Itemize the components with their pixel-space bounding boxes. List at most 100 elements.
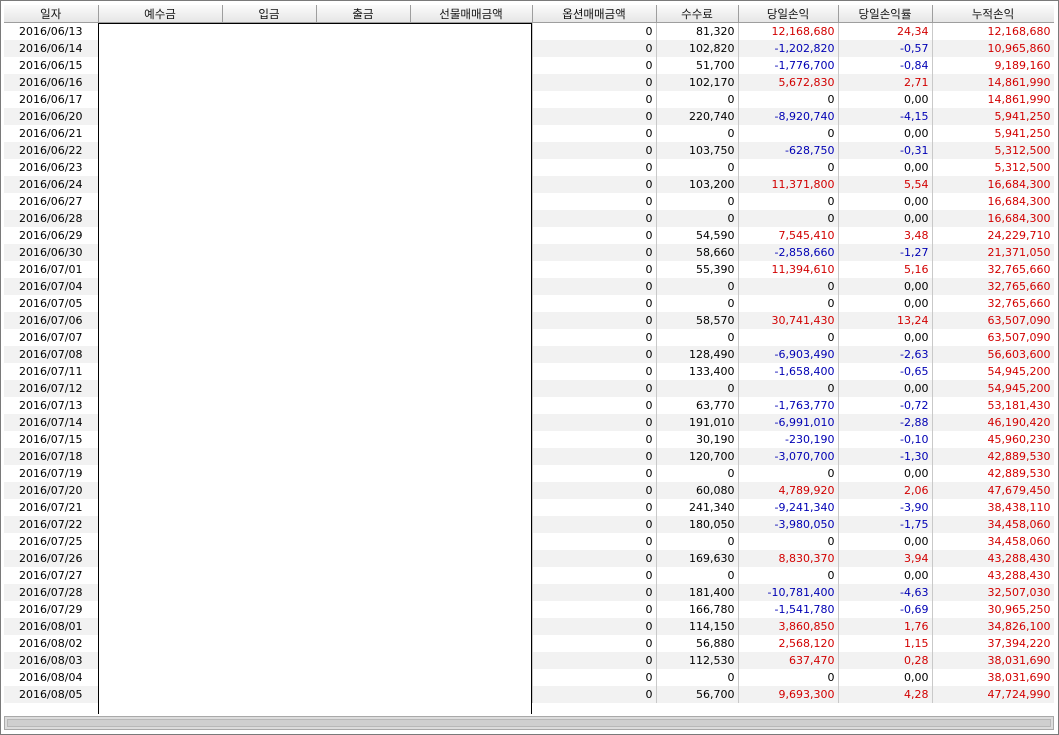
col-header-options-amount[interactable]: 옵션매매금액	[532, 5, 657, 23]
cell-cumulative-pnl: 45,960,230	[932, 431, 1054, 448]
cell-cumulative-pnl: 24,229,710	[932, 227, 1054, 244]
cell-options-amount: 0	[532, 499, 657, 516]
redacted-region	[98, 23, 532, 714]
cell-cumulative-pnl: 12,168,680	[932, 22, 1054, 40]
cell-options-amount: 0	[532, 312, 657, 329]
cell-daily-pnl-rate: -2,63	[838, 346, 933, 363]
col-header-futures-amount[interactable]: 선물매매금액	[410, 5, 533, 23]
scrollbar-thumb[interactable]	[7, 719, 1051, 727]
cell-cumulative-pnl: 38,438,110	[932, 499, 1054, 516]
cell-commission: 55,390	[656, 261, 739, 278]
col-header-commission[interactable]: 수수료	[656, 5, 739, 23]
cell-options-amount: 0	[532, 550, 657, 567]
cell-cumulative-pnl: 9,189,160	[932, 57, 1054, 74]
cell-date: 2016/06/24	[4, 176, 99, 193]
cell-date: 2016/07/08	[4, 346, 99, 363]
cell-daily-pnl: 0	[738, 91, 839, 108]
cell-options-amount: 0	[532, 244, 657, 261]
cell-date: 2016/06/28	[4, 210, 99, 227]
cell-date: 2016/07/04	[4, 278, 99, 295]
cell-date: 2016/07/27	[4, 567, 99, 584]
cell-commission: 133,400	[656, 363, 739, 380]
cell-options-amount: 0	[532, 635, 657, 652]
cell-daily-pnl-rate: 0,00	[838, 125, 933, 142]
cell-daily-pnl: 30,741,430	[738, 312, 839, 329]
cell-date: 2016/07/22	[4, 516, 99, 533]
col-header-withdrawal[interactable]: 출금	[316, 5, 411, 23]
cell-date: 2016/06/21	[4, 125, 99, 142]
horizontal-scrollbar[interactable]	[4, 716, 1054, 730]
cell-daily-pnl: 0	[738, 278, 839, 295]
cell-daily-pnl-rate: 2,71	[838, 74, 933, 91]
cell-options-amount: 0	[532, 346, 657, 363]
cell-cumulative-pnl: 63,507,090	[932, 312, 1054, 329]
cell-options-amount: 0	[532, 108, 657, 125]
cell-daily-pnl-rate: 1,76	[838, 618, 933, 635]
cell-cumulative-pnl: 43,288,430	[932, 567, 1054, 584]
cell-date: 2016/07/29	[4, 601, 99, 618]
cell-commission: 0	[656, 295, 739, 312]
col-header-daily-pnl[interactable]: 당일손익	[738, 5, 839, 23]
cell-date: 2016/08/03	[4, 652, 99, 669]
cell-cumulative-pnl: 53,181,430	[932, 397, 1054, 414]
cell-cumulative-pnl: 5,312,500	[932, 142, 1054, 159]
cell-options-amount: 0	[532, 40, 657, 57]
cell-cumulative-pnl: 47,679,450	[932, 482, 1054, 499]
cell-date: 2016/07/19	[4, 465, 99, 482]
col-header-daily-pnl-rate[interactable]: 당일손익률	[838, 5, 933, 23]
cell-commission: 220,740	[656, 108, 739, 125]
cell-commission: 0	[656, 465, 739, 482]
cell-daily-pnl: 2,568,120	[738, 635, 839, 652]
col-header-deposit-in[interactable]: 입금	[222, 5, 317, 23]
cell-date: 2016/06/30	[4, 244, 99, 261]
cell-cumulative-pnl: 38,031,690	[932, 669, 1054, 686]
cell-daily-pnl-rate: 0,00	[838, 295, 933, 312]
cell-cumulative-pnl: 42,889,530	[932, 448, 1054, 465]
cell-commission: 0	[656, 567, 739, 584]
cell-daily-pnl: -8,920,740	[738, 108, 839, 125]
cell-daily-pnl: 0	[738, 210, 839, 227]
cell-options-amount: 0	[532, 669, 657, 686]
cell-options-amount: 0	[532, 159, 657, 176]
cell-daily-pnl: -9,241,340	[738, 499, 839, 516]
col-header-date[interactable]: 일자	[4, 5, 99, 23]
cell-date: 2016/06/13	[4, 22, 99, 40]
cell-options-amount: 0	[532, 482, 657, 499]
cell-commission: 81,320	[656, 22, 739, 40]
cell-options-amount: 0	[532, 193, 657, 210]
cell-date: 2016/06/20	[4, 108, 99, 125]
cell-date: 2016/07/18	[4, 448, 99, 465]
cell-commission: 0	[656, 91, 739, 108]
cell-commission: 0	[656, 210, 739, 227]
cell-daily-pnl-rate: 13,24	[838, 312, 933, 329]
cell-date: 2016/07/21	[4, 499, 99, 516]
cell-daily-pnl: 11,394,610	[738, 261, 839, 278]
cell-options-amount: 0	[532, 125, 657, 142]
cell-daily-pnl-rate: 0,00	[838, 193, 933, 210]
cell-daily-pnl-rate: -0,10	[838, 431, 933, 448]
col-header-cumulative-pnl[interactable]: 누적손익	[932, 5, 1054, 23]
cell-daily-pnl: 0	[738, 669, 839, 686]
cell-daily-pnl: 8,830,370	[738, 550, 839, 567]
cell-date: 2016/06/17	[4, 91, 99, 108]
cell-daily-pnl: 12,168,680	[738, 22, 839, 40]
cell-daily-pnl-rate: -1,30	[838, 448, 933, 465]
cell-cumulative-pnl: 38,031,690	[932, 652, 1054, 669]
cell-daily-pnl-rate: 2,06	[838, 482, 933, 499]
cell-options-amount: 0	[532, 686, 657, 703]
cell-daily-pnl-rate: -0,72	[838, 397, 933, 414]
cell-options-amount: 0	[532, 57, 657, 74]
cell-daily-pnl-rate: 0,28	[838, 652, 933, 669]
col-header-deposit-balance[interactable]: 예수금	[98, 5, 223, 23]
cell-cumulative-pnl: 32,765,660	[932, 261, 1054, 278]
cell-date: 2016/08/04	[4, 669, 99, 686]
trading-history-grid[interactable]: 일자 예수금 입금 출금 선물매매금액 옵션매매금액 수수료 당일손익 당일손익…	[4, 5, 1054, 714]
cell-commission: 0	[656, 533, 739, 550]
cell-daily-pnl-rate: -0,65	[838, 363, 933, 380]
cell-date: 2016/07/01	[4, 261, 99, 278]
cell-commission: 241,340	[656, 499, 739, 516]
cell-date: 2016/07/07	[4, 329, 99, 346]
cell-options-amount: 0	[532, 465, 657, 482]
cell-commission: 181,400	[656, 584, 739, 601]
cell-options-amount: 0	[532, 329, 657, 346]
